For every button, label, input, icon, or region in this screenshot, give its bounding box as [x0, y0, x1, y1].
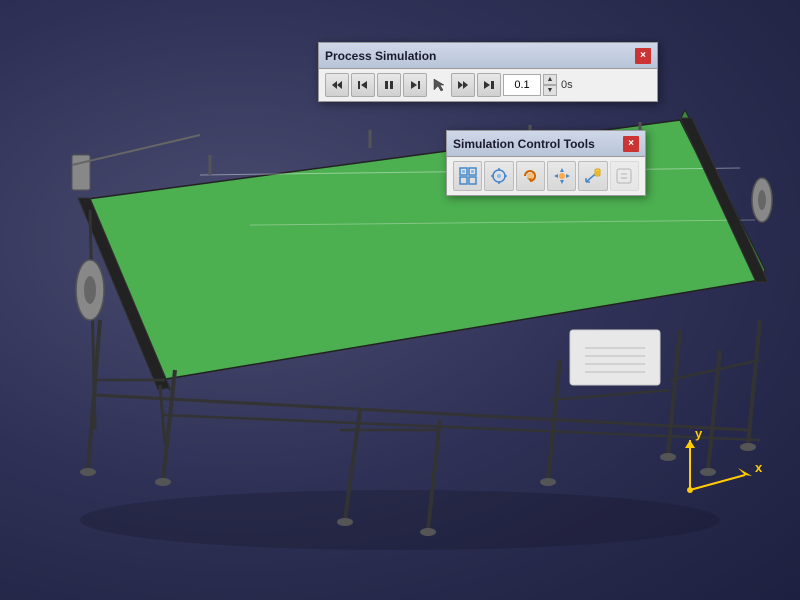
end-button[interactable] — [477, 73, 501, 97]
pause-button[interactable] — [377, 73, 401, 97]
process-simulation-titlebar[interactable]: Process Simulation × — [319, 43, 657, 69]
step-back-button[interactable] — [351, 73, 375, 97]
grid-tool-button[interactable] — [453, 161, 482, 191]
process-simulation-body: ▲ ▼ 0s — [319, 69, 657, 101]
spin-down-button[interactable]: ▼ — [543, 85, 557, 96]
simulation-control-tools-dialog: Simulation Control Tools × — [446, 130, 646, 196]
simulation-tools-titlebar[interactable]: Simulation Control Tools × — [447, 131, 645, 157]
snap-tool-button[interactable] — [484, 161, 513, 191]
time-spinner: ▲ ▼ — [543, 74, 557, 96]
rewind-button[interactable] — [325, 73, 349, 97]
process-simulation-title: Process Simulation — [325, 49, 436, 63]
simulation-tools-close-button[interactable]: × — [623, 136, 639, 152]
simulation-tools-title: Simulation Control Tools — [453, 137, 595, 151]
cursor-indicator — [429, 75, 449, 95]
process-simulation-close-button[interactable]: × — [635, 48, 651, 64]
extra-tool-button[interactable] — [610, 161, 639, 191]
time-value-input[interactable] — [503, 74, 541, 96]
fast-forward-button[interactable] — [451, 73, 475, 97]
simulation-tools-body — [447, 157, 645, 195]
time-unit-label: 0s — [561, 79, 573, 91]
svg-text:y: y — [695, 426, 703, 441]
step-forward-button[interactable] — [403, 73, 427, 97]
move-tool-button[interactable] — [547, 161, 576, 191]
measure-tool-button[interactable] — [578, 161, 607, 191]
svg-text:x: x — [755, 460, 763, 475]
process-simulation-dialog: Process Simulation × — [318, 42, 658, 102]
rotate-tool-button[interactable] — [516, 161, 545, 191]
spin-up-button[interactable]: ▲ — [543, 74, 557, 85]
